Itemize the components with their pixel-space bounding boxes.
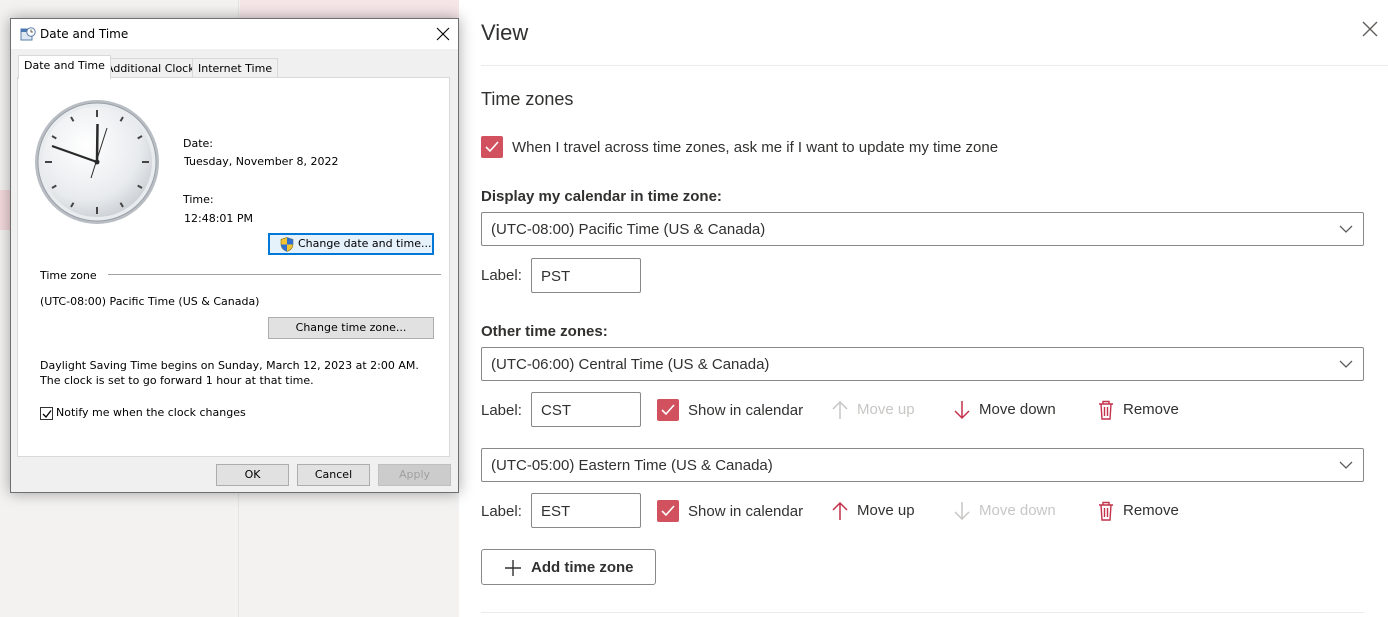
dialog-titlebar[interactable]: Date and Time (11, 19, 458, 49)
panel-bottom-divider (481, 612, 1364, 613)
remove-label-2: Remove (1123, 502, 1179, 519)
background-highlight (240, 0, 459, 18)
date-label: Date: (183, 137, 213, 150)
move-down-label-1: Move down (979, 401, 1056, 418)
display-zone-value: (UTC-08:00) Pacific Time (US & Canada) (491, 221, 766, 238)
remove-label-1: Remove (1123, 401, 1179, 418)
display-label-input[interactable]: PST (531, 258, 641, 293)
other-zone-label-input-2[interactable]: EST (531, 493, 641, 528)
chevron-down-icon (1339, 461, 1353, 469)
other-zone-label-caption-1: Label: (481, 402, 522, 419)
add-time-zone-button[interactable]: Add time zone (481, 549, 656, 585)
move-up-button-2[interactable]: Move up (830, 500, 930, 522)
panel-divider (481, 65, 1388, 66)
travel-prompt-label: When I travel across time zones, ask me … (512, 139, 999, 156)
other-zone-value-1: (UTC-06:00) Central Time (US & Canada) (491, 356, 770, 373)
move-up-button-1[interactable]: Move up (830, 399, 930, 421)
other-zones-heading: Other time zones: (481, 323, 608, 340)
analog-clock-icon (35, 100, 159, 224)
move-down-button-2[interactable]: Move down (952, 500, 1072, 522)
checkmark-icon (485, 141, 499, 153)
other-zone-value-2: (UTC-05:00) Eastern Time (US & Canada) (491, 457, 773, 474)
date-time-app-icon (20, 27, 36, 41)
travel-prompt-checkbox[interactable] (481, 136, 503, 158)
notify-checkbox[interactable] (40, 407, 53, 420)
move-down-label-2: Move down (979, 502, 1056, 519)
trash-icon (1099, 400, 1113, 420)
arrow-up-icon (832, 501, 848, 520)
section-title: Time zones (481, 89, 574, 109)
move-up-label-1: Move up (857, 401, 915, 418)
display-zone-dropdown[interactable]: (UTC-08:00) Pacific Time (US & Canada) (481, 212, 1364, 246)
settings-panel: View Time zones When I travel across tim… (459, 0, 1388, 617)
panel-title: View (481, 20, 529, 45)
other-zone-dropdown-1[interactable]: (UTC-06:00) Central Time (US & Canada) (481, 347, 1364, 381)
checkmark-icon (661, 404, 675, 416)
timezone-value: (UTC-08:00) Pacific Time (US & Canada) (40, 295, 260, 308)
show-in-calendar-label-2: Show in calendar (688, 503, 804, 520)
dialog-title: Date and Time (40, 27, 129, 41)
uac-shield-icon (280, 237, 294, 252)
arrow-down-icon (954, 401, 970, 420)
timezone-heading: Time zone (40, 269, 97, 282)
remove-button-2[interactable]: Remove (1096, 500, 1186, 522)
arrow-up-icon (832, 400, 848, 419)
move-up-label-2: Move up (857, 502, 915, 519)
change-date-time-button[interactable]: Change date and time... (268, 233, 434, 255)
add-time-zone-label: Add time zone (531, 559, 634, 576)
arrow-down-icon (954, 502, 970, 521)
cancel-button[interactable]: Cancel (297, 464, 370, 486)
close-icon[interactable] (436, 27, 450, 41)
display-zone-heading: Display my calendar in time zone: (481, 188, 722, 205)
dst-notice: Daylight Saving Time begins on Sunday, M… (40, 359, 419, 387)
chevron-down-icon (1339, 225, 1353, 233)
show-in-calendar-checkbox-2[interactable] (657, 500, 679, 522)
close-icon[interactable] (1361, 20, 1379, 38)
tab-date-and-time[interactable]: Date and Time (18, 55, 111, 79)
remove-button-1[interactable]: Remove (1096, 399, 1186, 421)
tab-internet-time[interactable]: Internet Time (192, 58, 279, 78)
trash-icon (1099, 501, 1113, 521)
change-time-zone-button[interactable]: Change time zone... (268, 317, 434, 339)
date-time-dialog: Date and Time Date and Time Additional C… (10, 18, 459, 493)
date-value: Tuesday, November 8, 2022 (184, 155, 339, 168)
show-in-calendar-label-1: Show in calendar (688, 402, 804, 419)
show-in-calendar-checkbox-1[interactable] (657, 399, 679, 421)
checkmark-icon (42, 410, 52, 418)
timezone-divider (108, 274, 441, 275)
checkmark-icon (661, 505, 675, 517)
other-zone-label-caption-2: Label: (481, 503, 522, 520)
change-date-time-label: Change date and time... (298, 237, 432, 250)
ok-button[interactable]: OK (216, 464, 289, 486)
tab-additional-clocks[interactable]: Additional Clocks (100, 58, 207, 78)
display-label-caption: Label: (481, 267, 522, 284)
chevron-down-icon (1339, 360, 1353, 368)
time-label: Time: (183, 193, 214, 206)
notify-label: Notify me when the clock changes (56, 406, 246, 419)
other-zone-dropdown-2[interactable]: (UTC-05:00) Eastern Time (US & Canada) (481, 448, 1364, 482)
time-value: 12:48:01 PM (184, 212, 254, 225)
move-down-button-1[interactable]: Move down (952, 399, 1072, 421)
apply-button[interactable]: Apply (378, 464, 451, 486)
plus-icon (505, 560, 521, 576)
other-zone-label-input-1[interactable]: CST (531, 392, 641, 427)
tab-page: Date: Tuesday, November 8, 2022 Time: 12… (17, 77, 450, 457)
